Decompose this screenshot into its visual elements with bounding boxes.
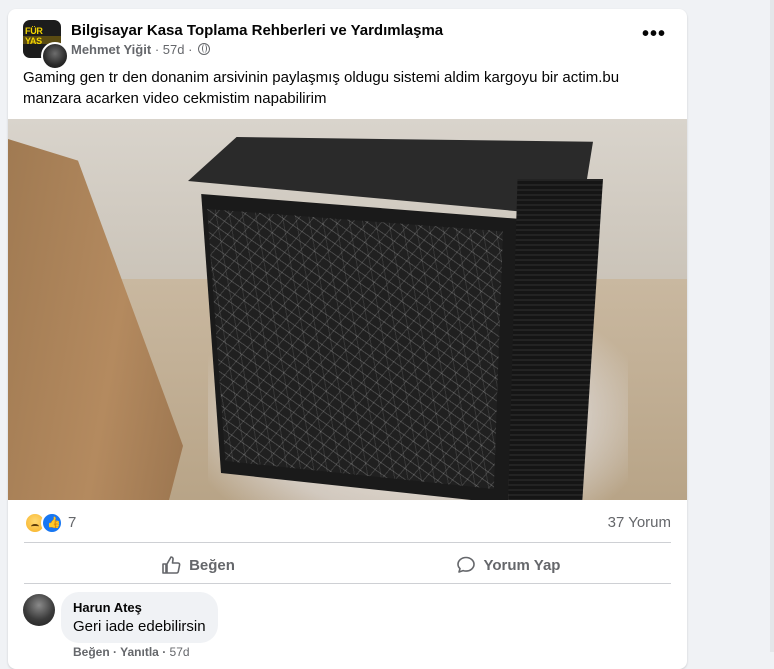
reaction-count[interactable]: 7 xyxy=(68,514,76,531)
page-scrollbar[interactable] xyxy=(770,0,774,652)
more-options-button[interactable]: ••• xyxy=(636,24,672,51)
comment-action-separator-2: · xyxy=(162,645,167,659)
comment-actions: Beğen · Yanıtla · 57d xyxy=(73,645,190,659)
post-text: Gaming gen tr den donanim arsivinin payl… xyxy=(23,69,620,107)
comment-bubble: Harun Ateş Geri iade edebilirsin xyxy=(61,592,218,643)
meta-separator: · xyxy=(154,42,160,57)
divider-bottom xyxy=(24,583,671,584)
like-button-label: Beğen xyxy=(189,556,235,574)
commenter-name-link[interactable]: Harun Ateş xyxy=(73,600,206,615)
comment-time-link[interactable]: 57d xyxy=(170,645,190,659)
author-avatar[interactable] xyxy=(41,42,69,70)
like-thumb-icon[interactable]: 👍 xyxy=(41,512,63,534)
post-time-link[interactable]: 57d xyxy=(163,42,185,57)
comment-text: Geri iade edebilirsin xyxy=(73,618,206,635)
comment-button-label: Yorum Yap xyxy=(483,556,561,574)
post-photo[interactable] xyxy=(8,119,687,500)
like-outline-icon xyxy=(162,556,181,574)
post-meta: Mehmet Yiğit · 57d · xyxy=(71,42,211,57)
globe-icon xyxy=(198,43,211,55)
post-card: FÜR YAS Bilgisayar Kasa Toplama Rehberle… xyxy=(8,9,687,669)
divider-top xyxy=(24,542,671,543)
commenter-avatar[interactable] xyxy=(23,594,55,626)
photo-cracked-glass xyxy=(207,209,503,489)
group-name-link[interactable]: Bilgisayar Kasa Toplama Rehberleri ve Ya… xyxy=(71,22,443,39)
like-button[interactable]: Beğen xyxy=(48,547,348,583)
comment-reply-link[interactable]: Yanıtla xyxy=(120,645,159,659)
comment-like-link[interactable]: Beğen xyxy=(73,645,110,659)
meta-separator-2: · xyxy=(188,42,193,57)
comment-count-link[interactable]: 37 Yorum xyxy=(608,514,671,531)
author-name-link[interactable]: Mehmet Yiğit xyxy=(71,42,151,57)
comment-action-separator: · xyxy=(113,645,118,659)
comment-bubble-icon xyxy=(456,556,475,573)
reactions-row: 👍 7 37 Yorum xyxy=(8,500,687,544)
comment-button[interactable]: Yorum Yap xyxy=(358,547,658,583)
